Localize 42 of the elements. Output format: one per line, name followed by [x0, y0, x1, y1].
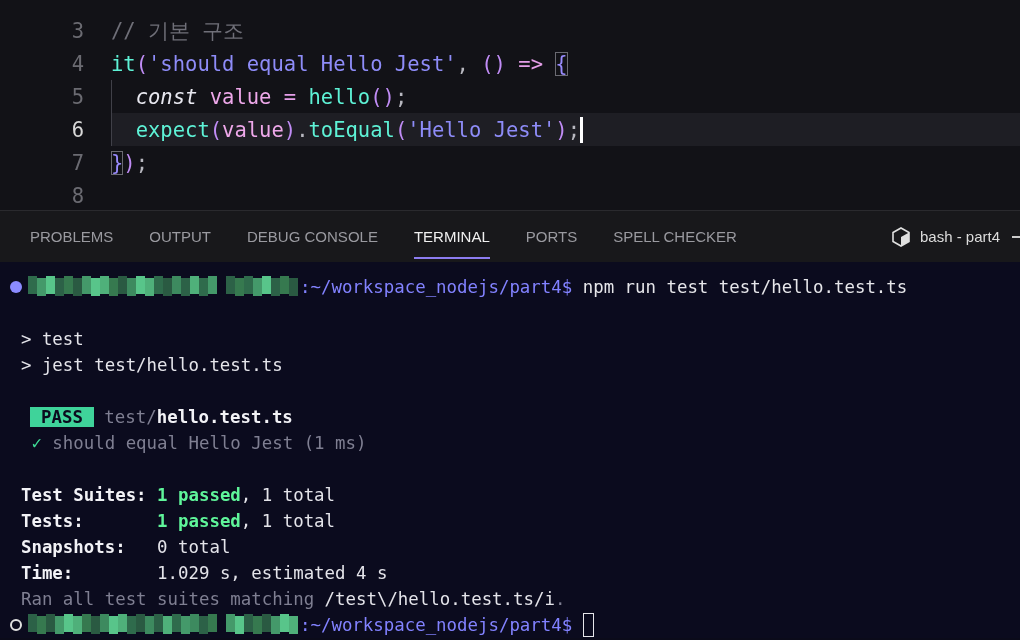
dash-icon[interactable]: [1012, 235, 1020, 238]
line-number: 7: [70, 150, 84, 175]
code-line: const value = hello();: [135, 84, 408, 109]
output-text: , 1 total: [240, 511, 336, 531]
code-line: expect(value).toEqual('Hello Jest');: [135, 117, 581, 142]
output-text: /test\/hello.test.ts/i: [324, 589, 555, 609]
terminal-name[interactable]: bash - part4: [919, 228, 1000, 245]
prompt-line: :~/workspace_nodejs/part4$: [300, 615, 573, 635]
output-text: hello.test.ts: [156, 407, 293, 427]
line-number: 6: [70, 117, 84, 142]
output-text: test/: [103, 407, 157, 427]
panel-tab[interactable]: OUTPUT: [149, 214, 212, 259]
line-number: 5: [70, 84, 84, 109]
output-text: Test Suites:: [19, 485, 148, 505]
code-line: });: [111, 150, 149, 175]
output-text: 1.029 s, estimated 4 s: [157, 563, 388, 583]
output-text: should equal Hello Jest (1 ms): [51, 433, 367, 453]
cube-icon[interactable]: [889, 225, 912, 248]
prompt-line: :~/workspace_nodejs/part4$ npm run test test/hello.test.ts: [300, 277, 908, 297]
code-line: it('should equal Hello Jest', () => {: [111, 51, 568, 76]
line-number: 3: [70, 18, 84, 43]
output-text: 1 passed: [157, 485, 241, 505]
output-text: , 1 total: [240, 485, 336, 505]
output-text: .: [554, 589, 566, 609]
panel-tab[interactable]: PORTS: [525, 214, 578, 259]
output-text: Time:: [19, 563, 75, 583]
output-text: Tests:: [19, 511, 85, 531]
panel-tab[interactable]: TERMINAL: [413, 214, 490, 259]
output-text: ✓: [30, 433, 42, 453]
panel-tab[interactable]: PROBLEMS: [30, 214, 114, 259]
panel-tab[interactable]: DEBUG CONSOLE: [247, 214, 378, 259]
output-text: > jest test/hello.test.ts: [19, 355, 283, 375]
pass-badge: PASS: [30, 407, 94, 427]
line-number: 8: [70, 183, 84, 208]
output-text: 0 total: [157, 537, 231, 557]
output-text: Snapshots:: [19, 537, 127, 557]
code-line: // 기본 구조: [111, 17, 245, 45]
panel-tab[interactable]: SPELL CHECKER: [613, 214, 737, 259]
output-text: > test: [19, 329, 84, 349]
output-text: 1 passed: [157, 511, 241, 531]
output-text: Ran all test suites matching: [19, 589, 316, 609]
line-number: 4: [70, 51, 84, 76]
